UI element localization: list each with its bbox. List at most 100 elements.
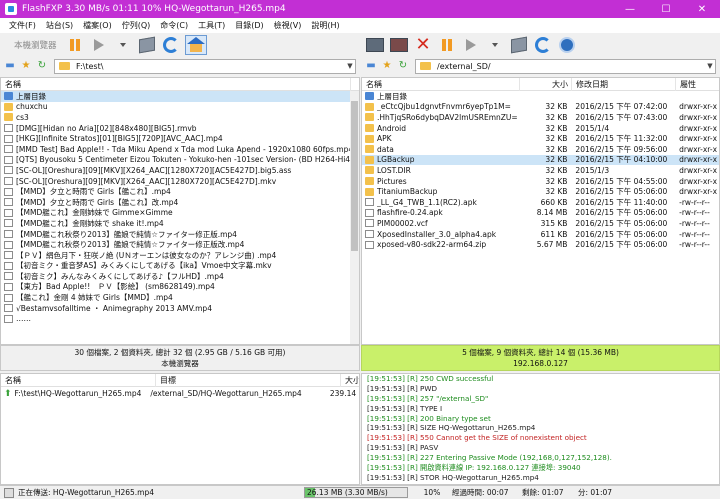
transfer-button[interactable] [89, 35, 109, 55]
local-file-row[interactable]: [MMD Test] Bad Apple!! - Tda Miku Apend … [1, 144, 359, 155]
menu-tools[interactable]: 工具(T) [193, 20, 230, 31]
local-file-row[interactable]: √Bestamvsofalltime ・ Animegraphy 2013 AM… [1, 303, 359, 314]
remote-file-row[interactable]: PIM00002.vcf 315 KB 2016/2/15 下午 05:06:00 -… [362, 218, 719, 229]
refresh-arrow-icon[interactable]: ↻ [397, 60, 409, 72]
remote-transfer-button[interactable] [461, 35, 481, 55]
remote-file-date: 2016/2/15 下午 05:06:00 [575, 240, 668, 250]
queue-column-size[interactable]: 大小 [341, 374, 359, 387]
queue-column-name[interactable]: 名稱 [1, 373, 156, 387]
connect-button[interactable] [365, 35, 385, 55]
local-file-name: chuxchu [16, 102, 48, 112]
remote-file-row[interactable]: flashfire-0.24.apk 8.14 MB 2016/2/15 下午 05… [362, 208, 719, 219]
remote-file-size: 315 KB [540, 218, 568, 228]
local-file-row[interactable]: [HKG][Infinite Stratos][01][BIG5][720P][… [1, 133, 359, 144]
local-file-row[interactable]: [QTS] Byousoku 5 Centimeter Eizou Tokute… [1, 155, 359, 166]
remote-file-row[interactable]: data 32 KB 2016/2/15 下午 09:56:00 drwxr-xr-x [362, 144, 719, 155]
local-file-row[interactable]: 【MMD艦これ秋祭り2013】艦娘で純情☆ファイター修正版改.mp4 [1, 239, 359, 250]
queue-row[interactable]: ⬆ F:\test\HQ-Wegottarun_H265.mp4 /extern… [1, 387, 359, 400]
queue-column-target[interactable]: 目標 [156, 373, 341, 387]
column-name[interactable]: 名稱 [362, 78, 520, 91]
local-file-row[interactable]: 【MMD】夕立と時雨で Girls【艦これ】.mp4 [1, 186, 359, 197]
column-size[interactable]: 大小 [520, 78, 572, 91]
menu-sites[interactable]: 站台(S) [41, 20, 78, 31]
up-folder-icon[interactable]: ▬ [4, 60, 16, 72]
remote-file-row[interactable]: LGBackup 32 KB 2016/2/15 下午 04:10:00 drwxr-… [362, 154, 719, 166]
remote-file-row[interactable]: 上層目錄 [362, 91, 719, 102]
close-button[interactable]: ✕ [684, 0, 720, 18]
menu-file[interactable]: 文件(F) [4, 20, 41, 31]
local-file-row[interactable]: [DMG][Hidan no Aria][02][848x480][BIG5].… [1, 123, 359, 134]
local-file-row[interactable]: 【MMD】夕立と時雨で Girls【艦これ】改.mp4 [1, 197, 359, 208]
remote-file-row[interactable]: LOST.DIR 32 KB 2015/1/3 drwxr-xr-x [362, 165, 719, 176]
chevron-down-icon[interactable]: ▼ [705, 62, 715, 70]
minimize-button[interactable]: — [612, 0, 648, 18]
transfer-dropdown[interactable] [113, 35, 133, 55]
remote-toolbar: ✕ [361, 33, 720, 57]
up-folder-icon[interactable]: ▬ [365, 60, 377, 72]
remote-path-input[interactable]: /external_SD/ ▼ [415, 58, 716, 74]
local-action-button[interactable] [137, 35, 157, 55]
local-file-row[interactable]: 【MMD艦これ秋祭り2013】艦娘で純情☆ファイター修正版.mp4 [1, 229, 359, 240]
remote-file-attr: -rw-r--r-- [679, 240, 710, 250]
local-file-row[interactable]: 【初音ミク・重音梦AS】みくみくにしてあげる【ika】Vmoe中文字幕.mkv [1, 261, 359, 272]
chevron-down-icon[interactable]: ▼ [345, 62, 355, 70]
local-home-button[interactable] [184, 35, 207, 55]
local-file-row[interactable]: [SC-OL][Oreshura][09][MKV][X264_AAC][128… [1, 165, 359, 176]
menu-queue[interactable]: 佇列(Q) [117, 20, 156, 31]
local-file-row[interactable]: 【MMD艦これ】金剛姉妹で Gimme×Gimme [1, 208, 359, 219]
remote-action-button[interactable] [509, 35, 529, 55]
remote-file-attr: drwxr-xr-x [679, 134, 718, 144]
scroll-thumb[interactable] [351, 101, 358, 251]
remote-file-row[interactable]: xposed-v80-sdk22-arm64.zip 5.67 MB 2016/2/… [362, 239, 719, 250]
remote-file-row[interactable]: XposedInstaller_3.0_alpha4.apk 611 KB 2016… [362, 229, 719, 240]
column-attr[interactable]: 屬性 [676, 78, 719, 91]
local-refresh-button[interactable] [161, 35, 181, 55]
local-file-name: 【MMD艦これ】金剛姉妹で Gimme×Gimme [16, 208, 173, 218]
column-name[interactable]: 名稱 [1, 78, 351, 91]
remote-home-button[interactable] [557, 35, 577, 55]
remote-file-row[interactable]: .HhTjqSRo6dybqDAV2lmUSREmnZU= 32 KB 2016/2… [362, 112, 719, 123]
remote-file-row[interactable]: Android 32 KB 2015/1/4 drwxr-xr-x [362, 123, 719, 134]
title-bar: FlashFXP 3.30 MB/s 01:11 10% HQ-Wegottar… [0, 0, 720, 18]
local-file-row[interactable]: 上層目錄 [1, 91, 359, 102]
log-line: [19:51:53] [R] TYPE I [367, 403, 443, 413]
local-file-row[interactable]: cs3 [1, 112, 359, 123]
local-scrollbar[interactable] [350, 91, 359, 344]
pause-button[interactable] [65, 35, 85, 55]
log-line: [19:51:53] [R] 227 Entering Passive Mode… [367, 453, 612, 463]
remote-pause-button[interactable] [437, 35, 457, 55]
remote-file-row[interactable]: _eCtcQjbu1dgnvtFnvmr6yepTp1M= 32 KB 2016/2… [362, 102, 719, 113]
remote-file-row[interactable]: Pictures 32 KB 2016/2/15 下午 04:55:00 drwxr-… [362, 176, 719, 187]
remote-transfer-dropdown[interactable] [485, 35, 505, 55]
disconnect-button[interactable] [389, 35, 409, 55]
remote-file-attr: -rw-r--r-- [679, 229, 710, 239]
monitor-icon [366, 38, 384, 52]
favorites-star-icon[interactable]: ★ [20, 60, 32, 72]
remote-column-header: 名稱 大小 修改日期 屬性 [362, 78, 719, 91]
remote-file-row[interactable]: TitaniumBackup 32 KB 2016/2/15 下午 05:06:00… [362, 186, 719, 197]
local-file-row[interactable]: 【艦これ】金剛 4 姉妹で Girls【MMD】.mp4 [1, 292, 359, 303]
remote-refresh-button[interactable] [533, 35, 553, 55]
menu-view[interactable]: 檢視(V) [269, 20, 307, 31]
abort-button[interactable]: ✕ [413, 35, 433, 55]
local-file-row[interactable]: …… [1, 313, 359, 324]
remote-file-row[interactable]: _LL_G4_TWB_1.1(RC2).apk 660 KB 2016/2/15 下… [362, 197, 719, 208]
local-file-row[interactable]: 【東方】Bad Apple!! ＰＶ【影絵】 (sm8628149).mp4 [1, 282, 359, 293]
maximize-button[interactable]: ☐ [648, 0, 684, 18]
local-path-input[interactable]: F:\test\ ▼ [54, 58, 356, 74]
favorites-star-icon[interactable]: ★ [381, 60, 393, 72]
remote-file-size: 32 KB [545, 176, 568, 186]
menu-files[interactable]: 檔案(O) [78, 20, 117, 31]
local-file-row[interactable]: 【初音ミク】みんなみくみくにしてあげる♪【フルHD】.mp4 [1, 271, 359, 282]
local-file-row[interactable]: chuxchu [1, 102, 359, 113]
local-file-row[interactable]: [SC-OL][Oreshura][09][MKV][X264_AAC][128… [1, 176, 359, 187]
local-file-name: …… [16, 314, 31, 324]
local-file-row[interactable]: 【ＰＶ】絹色月下・狂咲ノ絶 (UＮオーエンは彼女なのか？アレンジ曲) .mp4 [1, 250, 359, 261]
menu-commands[interactable]: 命令(C) [155, 20, 193, 31]
menu-help[interactable]: 說明(H) [306, 20, 344, 31]
remote-file-row[interactable]: APK 32 KB 2016/2/15 下午 11:32:00 drwxr-xr-x [362, 133, 719, 144]
column-date[interactable]: 修改日期 [572, 78, 676, 91]
menu-directory[interactable]: 目錄(D) [230, 20, 268, 31]
local-file-row[interactable]: 【MMD艦これ】金剛姉妹で shake it!.mp4 [1, 218, 359, 229]
refresh-arrow-icon[interactable]: ↻ [36, 60, 48, 72]
